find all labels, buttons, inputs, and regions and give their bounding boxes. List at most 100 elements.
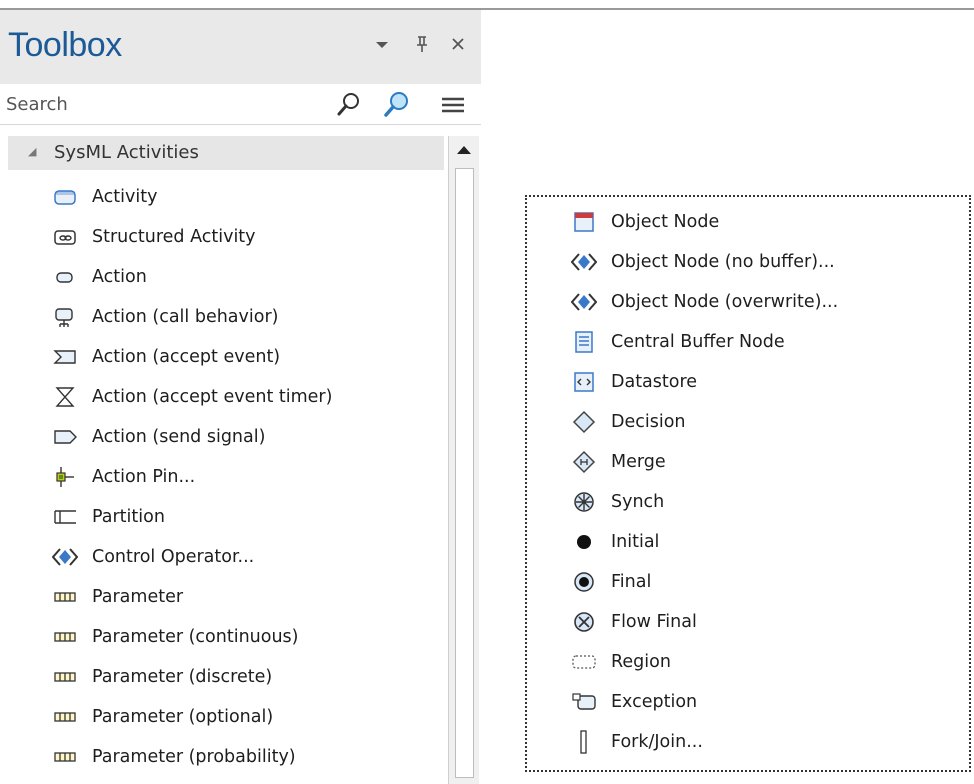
item-label: Flow Final bbox=[611, 612, 697, 632]
final-icon bbox=[571, 569, 597, 595]
central-buffer-icon bbox=[571, 329, 597, 355]
call-behavior-icon bbox=[52, 304, 78, 330]
toolbox-item-parameter-optional[interactable]: Parameter (optional) bbox=[52, 700, 273, 734]
action-pin-icon bbox=[52, 464, 78, 490]
find-in-toolbox-icon[interactable] bbox=[382, 90, 412, 120]
toolbox-item-action-pin[interactable]: Action Pin... bbox=[52, 460, 195, 494]
action-icon bbox=[52, 264, 78, 290]
toolbox-item-parameter-discrete[interactable]: Parameter (discrete) bbox=[52, 660, 272, 694]
toolbox-item-datastore[interactable]: Datastore bbox=[571, 365, 697, 399]
item-label: Action (send signal) bbox=[92, 427, 266, 447]
structured-activity-icon bbox=[52, 224, 78, 250]
parameter-icon bbox=[52, 744, 78, 770]
toolbox-item-object-node-no-buffer[interactable]: Object Node (no buffer)... bbox=[570, 245, 835, 279]
group-header-sysml-activities[interactable]: ◢ SysML Activities bbox=[8, 136, 444, 170]
activity-icon bbox=[52, 184, 78, 210]
item-label: Synch bbox=[611, 492, 665, 512]
fork-join-icon bbox=[571, 729, 597, 755]
item-label: Control Operator... bbox=[92, 547, 255, 567]
scroll-up-button[interactable] bbox=[449, 136, 479, 166]
region-icon bbox=[571, 649, 597, 675]
toolbox-tree: ◢ SysML Activities Activity Structured A… bbox=[0, 130, 481, 784]
toolbox-item-synch[interactable]: Synch bbox=[571, 485, 664, 519]
item-label: Object Node (overwrite)... bbox=[611, 292, 839, 312]
toolbox-title: Toolbox bbox=[8, 26, 122, 64]
group-label: SysML Activities bbox=[54, 142, 199, 163]
scrollbar-thumb[interactable] bbox=[455, 168, 474, 778]
item-label: Action (call behavior) bbox=[92, 307, 279, 327]
item-label: Central Buffer Node bbox=[611, 332, 785, 352]
merge-icon bbox=[571, 449, 597, 475]
collapse-triangle-icon[interactable]: ◢ bbox=[28, 145, 36, 158]
toolbox-item-decision[interactable]: Decision bbox=[571, 405, 686, 439]
decision-icon bbox=[571, 409, 597, 435]
parameter-icon bbox=[52, 664, 78, 690]
toolbox-item-action-accept-event[interactable]: Action (accept event) bbox=[52, 340, 280, 374]
partition-icon bbox=[52, 504, 78, 530]
toolbox-item-region[interactable]: Region bbox=[571, 645, 671, 679]
toolbox-item-action-accept-event-timer[interactable]: Action (accept event timer) bbox=[52, 380, 332, 414]
toolbox-panel: Toolbox Search ◢ SysML Activities Activi… bbox=[0, 10, 481, 784]
toolbox-item-final[interactable]: Final bbox=[571, 565, 651, 599]
item-label: Final bbox=[611, 572, 652, 592]
toolbox-item-parameter[interactable]: Parameter bbox=[52, 580, 183, 614]
item-label: Initial bbox=[611, 532, 660, 552]
item-label: Action bbox=[92, 267, 147, 287]
object-node-diamond-icon bbox=[570, 289, 598, 315]
item-label: Object Node bbox=[611, 212, 720, 232]
item-label: Action (accept event) bbox=[92, 347, 281, 367]
toolbox-item-action-send-signal[interactable]: Action (send signal) bbox=[52, 420, 265, 454]
toolbox-item-merge[interactable]: Merge bbox=[571, 445, 666, 479]
item-label: Merge bbox=[611, 452, 666, 472]
toolbox-item-control-operator[interactable]: Control Operator... bbox=[51, 540, 255, 574]
pin-icon[interactable] bbox=[410, 32, 434, 56]
toolbox-item-object-node-overwrite[interactable]: Object Node (overwrite)... bbox=[570, 285, 839, 319]
send-signal-icon bbox=[52, 424, 78, 450]
item-label: Structured Activity bbox=[92, 227, 256, 247]
object-node-icon bbox=[571, 209, 597, 235]
datastore-icon bbox=[571, 369, 597, 395]
toolbox-item-structured-activity[interactable]: Structured Activity bbox=[52, 220, 256, 254]
scrollbar[interactable] bbox=[448, 136, 479, 784]
item-label: Exception bbox=[611, 692, 698, 712]
toolbox-header: Toolbox bbox=[0, 10, 481, 84]
synch-icon bbox=[571, 489, 597, 515]
dropdown-icon[interactable] bbox=[370, 32, 394, 56]
toolbox-item-action[interactable]: Action bbox=[52, 260, 147, 294]
toolbox-item-central-buffer-node[interactable]: Central Buffer Node bbox=[571, 325, 785, 359]
toolbox-item-parameter-probability[interactable]: Parameter (probability) bbox=[52, 740, 296, 774]
menu-icon[interactable] bbox=[438, 90, 468, 120]
initial-icon bbox=[571, 529, 597, 555]
item-label: Object Node (no buffer)... bbox=[611, 252, 835, 272]
toolbox-item-object-node[interactable]: Object Node bbox=[571, 205, 719, 239]
toolbox-item-action-call-behavior[interactable]: Action (call behavior) bbox=[52, 300, 278, 334]
item-label: Parameter (optional) bbox=[92, 707, 274, 727]
item-label: Parameter (discrete) bbox=[92, 667, 273, 687]
item-label: Activity bbox=[92, 187, 158, 207]
parameter-icon bbox=[52, 704, 78, 730]
item-label: Parameter (probability) bbox=[92, 747, 296, 767]
toolbox-item-fork-join[interactable]: Fork/Join... bbox=[571, 725, 703, 759]
search-icon[interactable] bbox=[334, 90, 364, 120]
toolbox-item-activity[interactable]: Activity bbox=[52, 180, 157, 214]
window-top-border bbox=[0, 0, 974, 10]
search-input[interactable] bbox=[4, 88, 328, 120]
toolbox-item-parameter-continuous[interactable]: Parameter (continuous) bbox=[52, 620, 299, 654]
toolbox-item-partition[interactable]: Partition bbox=[52, 500, 165, 534]
item-label: Partition bbox=[92, 507, 165, 527]
item-label: Fork/Join... bbox=[611, 732, 703, 752]
item-label: Decision bbox=[611, 412, 686, 432]
close-icon[interactable] bbox=[446, 32, 470, 56]
hourglass-icon bbox=[52, 384, 78, 410]
flow-final-icon bbox=[571, 609, 597, 635]
toolbox-item-exception[interactable]: Exception bbox=[571, 685, 697, 719]
item-label: Action (accept event timer) bbox=[92, 387, 333, 407]
parameter-icon bbox=[52, 584, 78, 610]
toolbox-item-flow-final[interactable]: Flow Final bbox=[571, 605, 697, 639]
exception-icon bbox=[571, 689, 597, 715]
item-label: Parameter (continuous) bbox=[92, 627, 299, 647]
control-operator-icon bbox=[51, 544, 79, 570]
search-bar bbox=[0, 84, 481, 125]
item-label: Datastore bbox=[611, 372, 698, 392]
toolbox-item-initial[interactable]: Initial bbox=[571, 525, 659, 559]
